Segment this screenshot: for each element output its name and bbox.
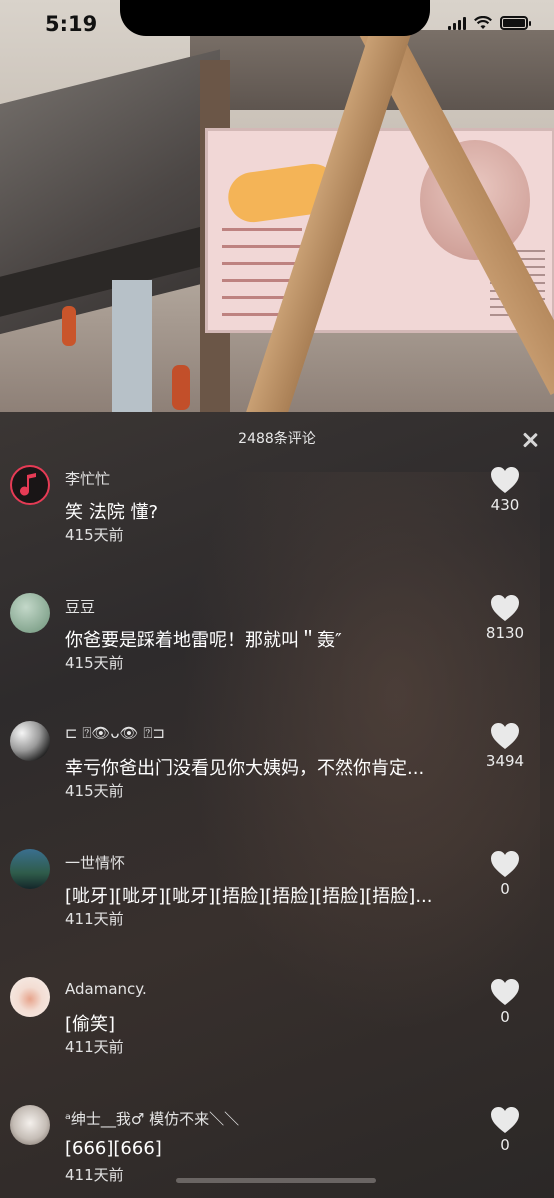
like-button[interactable]: 0 (470, 1106, 540, 1154)
comment-item[interactable]: 李忙忙 笑 法院 懂? 415天前 430 (0, 460, 554, 588)
comment-text: 笑 法院 懂? (65, 502, 158, 523)
lantern-shape (172, 365, 190, 410)
heart-icon (491, 1107, 519, 1133)
comment-item[interactable]: Adamancy. [偷笑] 411天前 0 (0, 972, 554, 1100)
lantern-shape (62, 306, 76, 346)
video-frame[interactable] (0, 0, 554, 412)
comment-author[interactable]: 一世情怀 (65, 852, 125, 873)
comment-age: 415天前 (65, 654, 124, 672)
battery-icon (500, 16, 531, 30)
heart-icon (491, 467, 519, 493)
comment-age: 411天前 (65, 910, 124, 928)
avatar[interactable] (10, 465, 50, 505)
status-bar: 5:19 (0, 0, 554, 50)
heart-icon (491, 851, 519, 877)
music-note-icon (20, 473, 36, 496)
panel-header: 2488条评论 (0, 412, 554, 460)
heart-icon (491, 723, 519, 749)
like-count: 430 (490, 496, 520, 514)
comment-item[interactable]: ⊏ ⍰👁ᴗ👁 ⍰⊐ 幸亏你爸出门没看见你大姨妈，不然你肯定... 415天前 3… (0, 716, 554, 844)
avatar[interactable] (10, 721, 50, 761)
notch (120, 0, 430, 36)
like-button[interactable]: 0 (470, 978, 540, 1026)
close-icon[interactable] (520, 430, 540, 450)
comment-item[interactable]: 一世情怀 [呲牙][呲牙][呲牙][捂脸][捂脸][捂脸][捂脸]... 411… (0, 844, 554, 972)
comment-age: 415天前 (65, 782, 124, 800)
comment-item[interactable]: 豆豆 你爸要是踩着地雷呢！那就叫＂轰″ 415天前 8130 (0, 588, 554, 716)
like-button[interactable]: 8130 (470, 594, 540, 642)
like-button[interactable]: 430 (470, 466, 540, 514)
like-count: 3494 (485, 752, 525, 770)
avatar[interactable] (10, 1105, 50, 1145)
comment-text: [呲牙][呲牙][呲牙][捂脸][捂脸][捂脸][捂脸]... (65, 886, 433, 907)
comment-author[interactable]: Adamancy. (65, 980, 147, 998)
heart-icon (491, 979, 519, 1005)
cellular-signal-icon (448, 16, 466, 30)
comment-count-title: 2488条评论 (238, 431, 316, 447)
comment-age: 411天前 (65, 1166, 124, 1184)
avatar[interactable] (10, 593, 50, 633)
like-count: 0 (500, 1008, 510, 1026)
comment-author[interactable]: ᵃ绅士__我♂ 模仿不来＼＼ (65, 1108, 239, 1129)
avatar[interactable] (10, 977, 50, 1017)
like-button[interactable]: 0 (470, 850, 540, 898)
comment-text: 幸亏你爸出门没看见你大姨妈，不然你肯定... (65, 758, 425, 779)
like-count: 0 (500, 880, 510, 898)
comment-list[interactable]: 李忙忙 笑 法院 懂? 415天前 430 豆豆 你爸要是踩着地雷呢！那就叫＂轰… (0, 460, 554, 1198)
like-count: 0 (500, 1136, 510, 1154)
comment-age: 415天前 (65, 526, 124, 544)
status-time: 5:19 (45, 12, 98, 36)
comment-text: 你爸要是踩着地雷呢！那就叫＂轰″ (65, 630, 342, 651)
pole-shape (112, 280, 152, 412)
comment-item[interactable]: ᵃ绅士__我♂ 模仿不来＼＼ [666][666] 411天前 0 (0, 1100, 554, 1198)
comment-age: 411天前 (65, 1038, 124, 1056)
like-count: 8130 (485, 624, 525, 642)
comment-author[interactable]: ⊏ ⍰👁ᴗ👁 ⍰⊐ (65, 724, 165, 742)
avatar[interactable] (10, 849, 50, 889)
comment-author[interactable]: 李忙忙 (65, 468, 110, 489)
comment-author[interactable]: 豆豆 (65, 596, 95, 617)
wifi-icon (474, 16, 492, 29)
comments-panel: 2488条评论 李忙忙 笑 法院 懂? 415天前 430 豆豆 你爸要是踩着地 (0, 412, 554, 1198)
heart-icon (491, 595, 519, 621)
status-icons (448, 16, 531, 30)
home-indicator[interactable] (176, 1178, 376, 1183)
like-button[interactable]: 3494 (470, 722, 540, 770)
comment-text: [666][666] (65, 1138, 162, 1159)
comment-text: [偷笑] (65, 1014, 116, 1035)
